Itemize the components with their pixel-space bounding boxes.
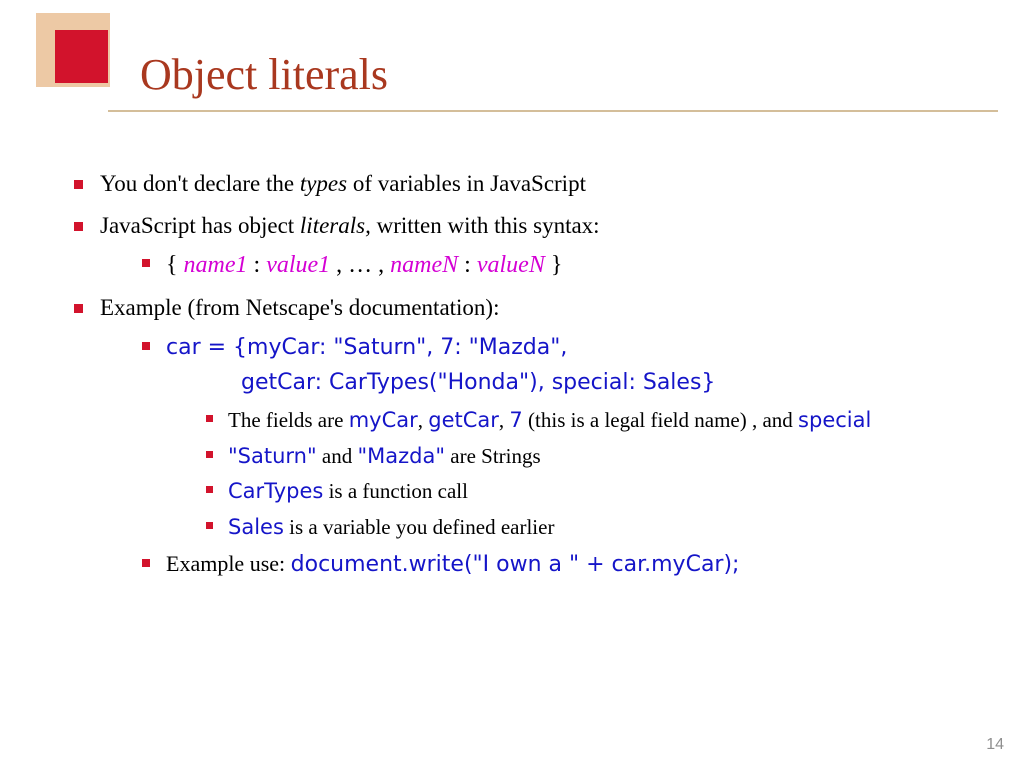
text-italic: types: [300, 171, 347, 196]
slide-body: You don't declare the types of variables…: [50, 160, 984, 589]
colon: :: [248, 252, 267, 278]
code-frag: special: [798, 408, 871, 432]
bullet-1: You don't declare the types of variables…: [74, 166, 984, 202]
brace-open: {: [166, 252, 184, 278]
text: ,: [499, 408, 510, 432]
syntax-value1: value1: [266, 252, 330, 278]
text: are Strings: [445, 444, 541, 468]
colon: :: [458, 252, 477, 278]
strings-note: "Saturn" and "Mazda" are Strings: [206, 440, 984, 473]
code-line-2: getCar: CarTypes("Honda"), special: Sale…: [241, 366, 715, 400]
sublist: { name1 : value1 , … , nameN : valueN }: [100, 247, 984, 284]
text: JavaScript has object: [100, 213, 300, 238]
text: is a function call: [323, 479, 468, 503]
code-frag: getCar: [428, 408, 499, 432]
text: written with this syntax:: [371, 213, 600, 238]
syntax-nameN: nameN: [390, 252, 458, 278]
bullet-list: You don't declare the types of variables…: [50, 166, 984, 583]
bullet-2: JavaScript has object literals, written …: [74, 208, 984, 285]
code-frag: "Saturn": [228, 444, 317, 468]
sales-note: Sales is a variable you defined earlier: [206, 511, 984, 544]
syntax-valueN: valueN: [477, 252, 545, 278]
separator: , … ,: [330, 252, 390, 278]
brace-close: }: [545, 252, 563, 278]
text: The fields are: [228, 408, 349, 432]
text: Example (from Netscape's documentation):: [100, 295, 499, 320]
fields-note: The fields are myCar, getCar, 7 (this is…: [206, 404, 984, 437]
text: is a variable you defined earlier: [284, 515, 555, 539]
text: of variables in JavaScript: [347, 171, 586, 196]
text: ,: [418, 408, 429, 432]
code-frag: Sales: [228, 515, 284, 539]
text: Example use:: [166, 551, 291, 576]
code-block: car = {myCar: "Saturn", 7: "Mazda", getC…: [142, 330, 984, 543]
code-frag: document.write("I own a " + car.myCar);: [291, 552, 740, 577]
page-number: 14: [986, 736, 1004, 754]
corner-square-front: [55, 30, 108, 83]
title-underline: [108, 110, 998, 112]
code-line-1: car = {myCar: "Saturn", 7: "Mazda",: [166, 335, 567, 360]
code-frag: CarTypes: [228, 479, 323, 503]
cartypes-note: CarTypes is a function call: [206, 475, 984, 508]
bullet-3: Example (from Netscape's documentation):…: [74, 290, 984, 582]
syntax-line: { name1 : value1 , … , nameN : valueN }: [142, 247, 984, 284]
syntax-name1: name1: [184, 252, 248, 278]
text: (this is a legal field name) , and: [523, 408, 798, 432]
example-use: Example use: document.write("I own a " +…: [142, 547, 984, 582]
code-frag: myCar: [349, 408, 418, 432]
slide: Object literals You don't declare the ty…: [0, 0, 1024, 768]
sublist: car = {myCar: "Saturn", 7: "Mazda", getC…: [100, 330, 984, 582]
text: You don't declare the: [100, 171, 300, 196]
sublist: The fields are myCar, getCar, 7 (this is…: [166, 404, 984, 543]
text: and: [317, 444, 358, 468]
slide-title: Object literals: [140, 49, 388, 100]
code-frag: 7: [509, 408, 522, 432]
text-italic: literals,: [300, 213, 371, 238]
code-frag: "Mazda": [357, 444, 445, 468]
